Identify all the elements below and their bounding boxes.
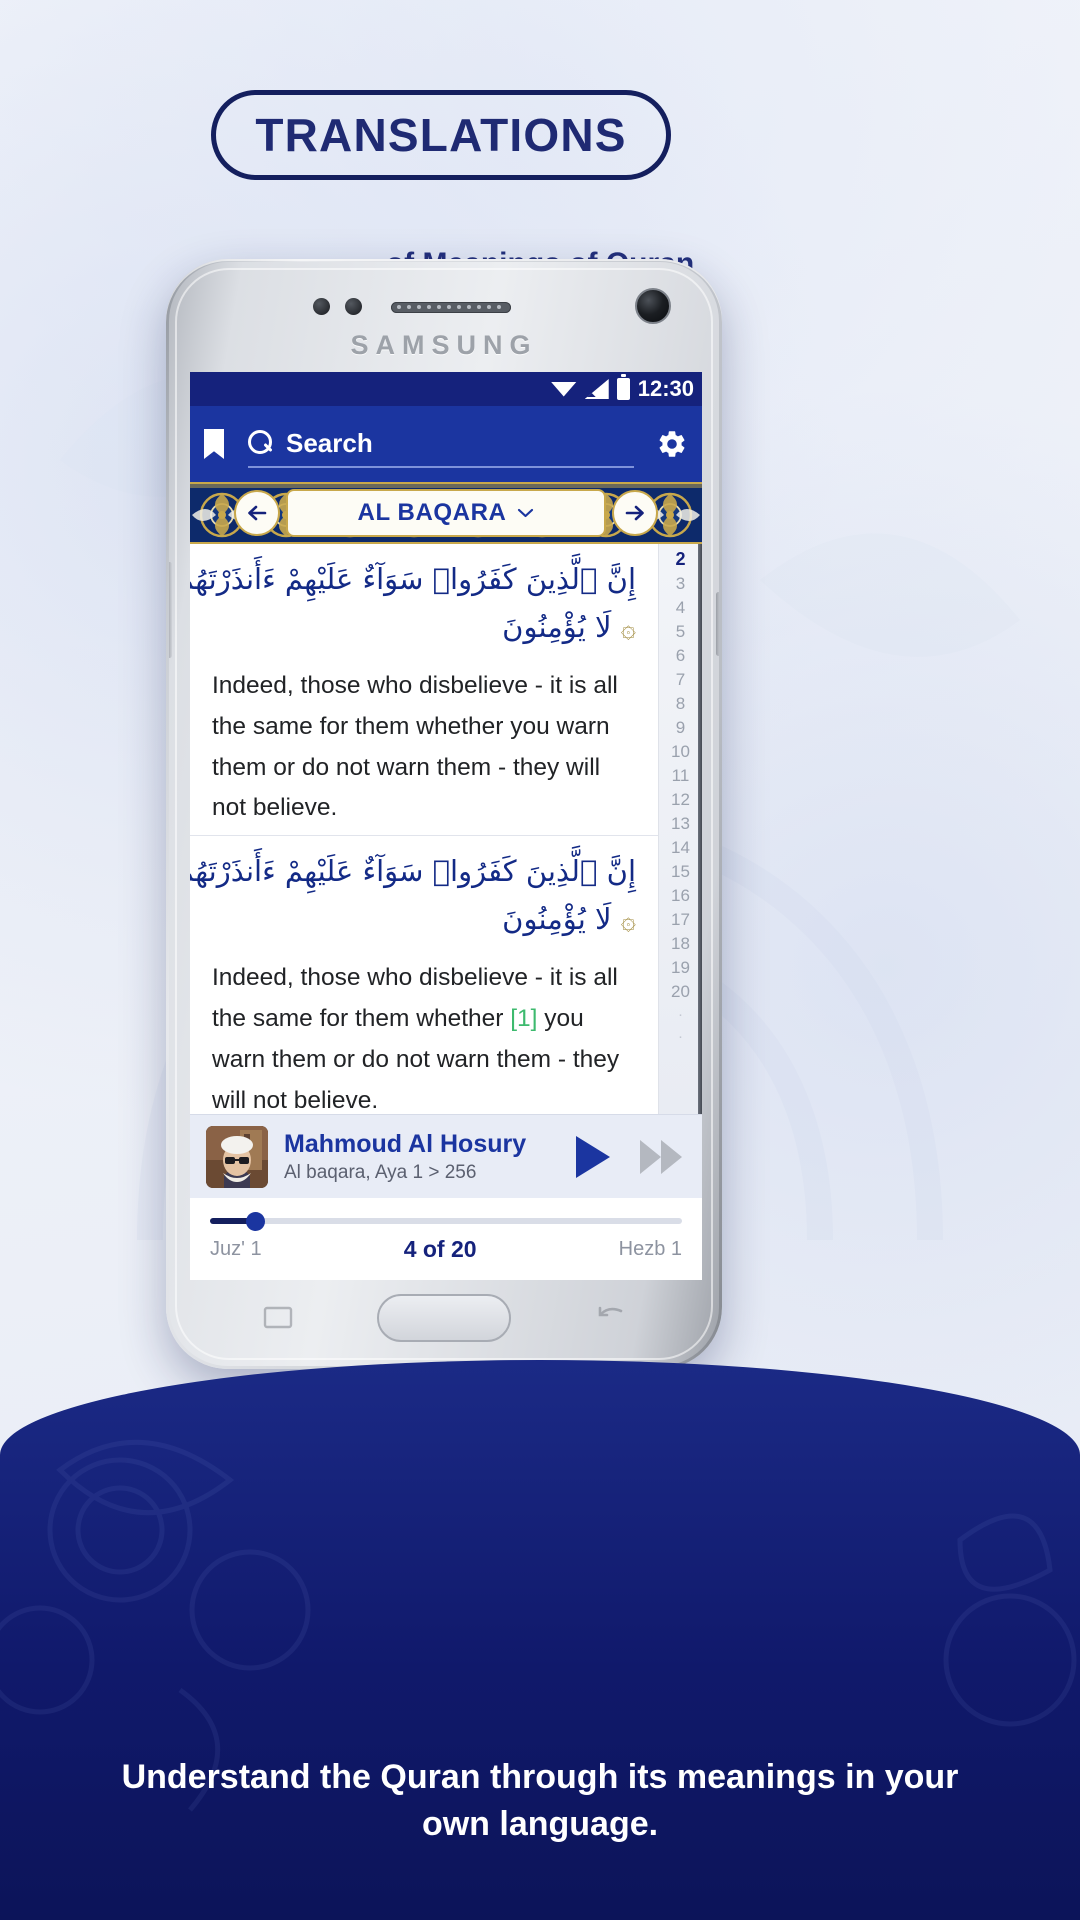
verse-list[interactable]: إِنَّ ٱلَّذِينَ كَفَرُوا۟ سَوَآءٌ عَلَيْ…: [190, 544, 702, 1114]
reciter-photo-icon: [206, 1125, 268, 1188]
hezb-label: Hezb 1: [618, 1238, 682, 1260]
rail-number[interactable]: 15: [671, 863, 690, 880]
signal-icon: [584, 379, 609, 399]
play-icon[interactable]: [576, 1135, 610, 1178]
rail-number[interactable]: 6: [676, 647, 685, 664]
rail-number[interactable]: 19: [671, 959, 690, 976]
back-key-icon[interactable]: [591, 1302, 627, 1332]
status-bar: 12:30: [190, 372, 702, 406]
wifi-icon: [550, 381, 577, 397]
search-placeholder: Search: [286, 427, 373, 458]
rail-number[interactable]: 4: [676, 599, 685, 616]
light-sensor-icon: [345, 298, 362, 315]
home-button[interactable]: [377, 1294, 511, 1342]
page-label: 4 of 20: [403, 1236, 477, 1262]
rail-number[interactable]: 3: [676, 575, 685, 592]
ayah-separator-icon: ۞: [620, 613, 637, 644]
headline-pill: TRANSLATIONS: [211, 90, 671, 180]
phone-brand: SAMSUNG: [350, 330, 538, 360]
rail-overflow-dot: ·: [678, 1006, 683, 1023]
battery-icon: [616, 374, 630, 400]
slider-track: [210, 1218, 682, 1224]
arrow-right-icon: [625, 505, 644, 521]
chevron-down-icon: [518, 508, 534, 518]
rail-number[interactable]: 13: [671, 815, 690, 832]
previous-surah-button[interactable]: [234, 490, 280, 536]
status-clock: 12:30: [637, 376, 694, 401]
scrollbar-thumb[interactable]: [698, 544, 702, 1114]
app-bar: Search: [190, 406, 702, 482]
front-camera-icon: [635, 288, 671, 324]
recents-key-icon[interactable]: [261, 1302, 297, 1332]
verse-translation: Indeed, those who disbelieve - it is all…: [212, 671, 618, 822]
poster-caption: Understand the Quran through its meaning…: [121, 1758, 959, 1844]
rail-number[interactable]: 5: [676, 623, 685, 640]
rail-number[interactable]: 17: [671, 911, 690, 928]
footnote-marker[interactable]: [1]: [510, 1005, 537, 1032]
rail-number[interactable]: 18: [671, 935, 690, 952]
verse-arabic-line-2: ۞ لَا يُؤْمِنُونَ: [212, 604, 636, 652]
search-input[interactable]: Search: [248, 420, 634, 468]
bookmark-icon[interactable]: [204, 429, 224, 459]
verse-arabic-tail: لَا يُؤْمِنُونَ: [502, 609, 612, 644]
slider-thumb[interactable]: [246, 1212, 265, 1231]
juz-label: Juz' 1: [210, 1238, 262, 1260]
page-title: TRANSLATIONS: [255, 109, 627, 161]
verse-arabic-line-1: إِنَّ ٱلَّذِينَ كَفَرُوا۟ سَوَآءٌ عَلَيْ…: [190, 854, 637, 889]
rail-number[interactable]: 11: [672, 767, 690, 784]
verse-translation: Indeed, those who disbelieve - it is all…: [212, 958, 636, 1114]
reciter-name: Mahmoud Al Hosury: [284, 1129, 527, 1158]
rail-number[interactable]: 2: [675, 550, 685, 568]
ayah-separator-icon: ۞: [620, 906, 637, 937]
verse-item[interactable]: إِنَّ ٱلَّذِينَ كَفَرُوا۟ سَوَآءٌ عَلَيْ…: [190, 835, 658, 1114]
rail-number[interactable]: 12: [671, 791, 690, 808]
avatar: [206, 1125, 268, 1188]
gear-icon[interactable]: [656, 428, 688, 460]
rail-number[interactable]: 8: [676, 695, 685, 712]
rail-number[interactable]: 20: [671, 983, 690, 1000]
power-button: [716, 592, 719, 656]
verse-item[interactable]: إِنَّ ٱلَّذِينَ كَفَرُوا۟ سَوَآءٌ عَلَيْ…: [190, 544, 658, 835]
arrow-left-icon: [248, 505, 267, 521]
rail-number[interactable]: 14: [671, 839, 690, 856]
verse-arabic-line-2: ۞ لَا يُؤْمِنُونَ: [212, 896, 636, 944]
phone-screen: 12:30 Search AL BAQARA إِنَّ ٱلَّذِينَ ك…: [190, 372, 702, 1280]
search-icon: [248, 429, 273, 455]
proximity-sensor-icon: [313, 298, 330, 315]
fast-forward-icon[interactable]: [640, 1139, 682, 1174]
phone-mockup: SAMSUNG 12:30 Search AL BAQARA إِنَّ ٱلَ…: [166, 259, 722, 1369]
next-surah-button[interactable]: [612, 490, 658, 536]
verse-arabic-line-1: إِنَّ ٱلَّذِينَ كَفَرُوا۟ سَوَآءٌ عَلَيْ…: [190, 562, 637, 596]
earpiece-speaker: [391, 302, 511, 313]
verse-arabic-tail: لَا يُؤْمِنُونَ: [502, 902, 612, 937]
page-progress-bar: Juz' 1 4 of 20 Hezb 1: [190, 1198, 702, 1276]
page-slider[interactable]: [210, 1210, 682, 1232]
rail-number[interactable]: 9: [676, 719, 685, 736]
rail-number[interactable]: 10: [671, 743, 690, 760]
audio-player: Mahmoud Al Hosury Al baqara, Aya 1 > 256: [190, 1114, 702, 1198]
volume-button: [169, 562, 172, 658]
player-subtitle: Al baqara, Aya 1 > 256: [284, 1161, 477, 1183]
surah-name: AL BAQARA: [357, 499, 507, 526]
rail-overflow-dot: ·: [678, 1028, 683, 1045]
rail-number[interactable]: 7: [676, 671, 685, 688]
verse-number-rail[interactable]: 2 3 4 5 6 7 8 9 10 11 12 13 14 15 16 17: [658, 544, 702, 1114]
surah-navigation-bar: AL BAQARA: [190, 482, 702, 544]
rail-number[interactable]: 16: [671, 887, 690, 904]
surah-selector[interactable]: AL BAQARA: [286, 489, 606, 537]
